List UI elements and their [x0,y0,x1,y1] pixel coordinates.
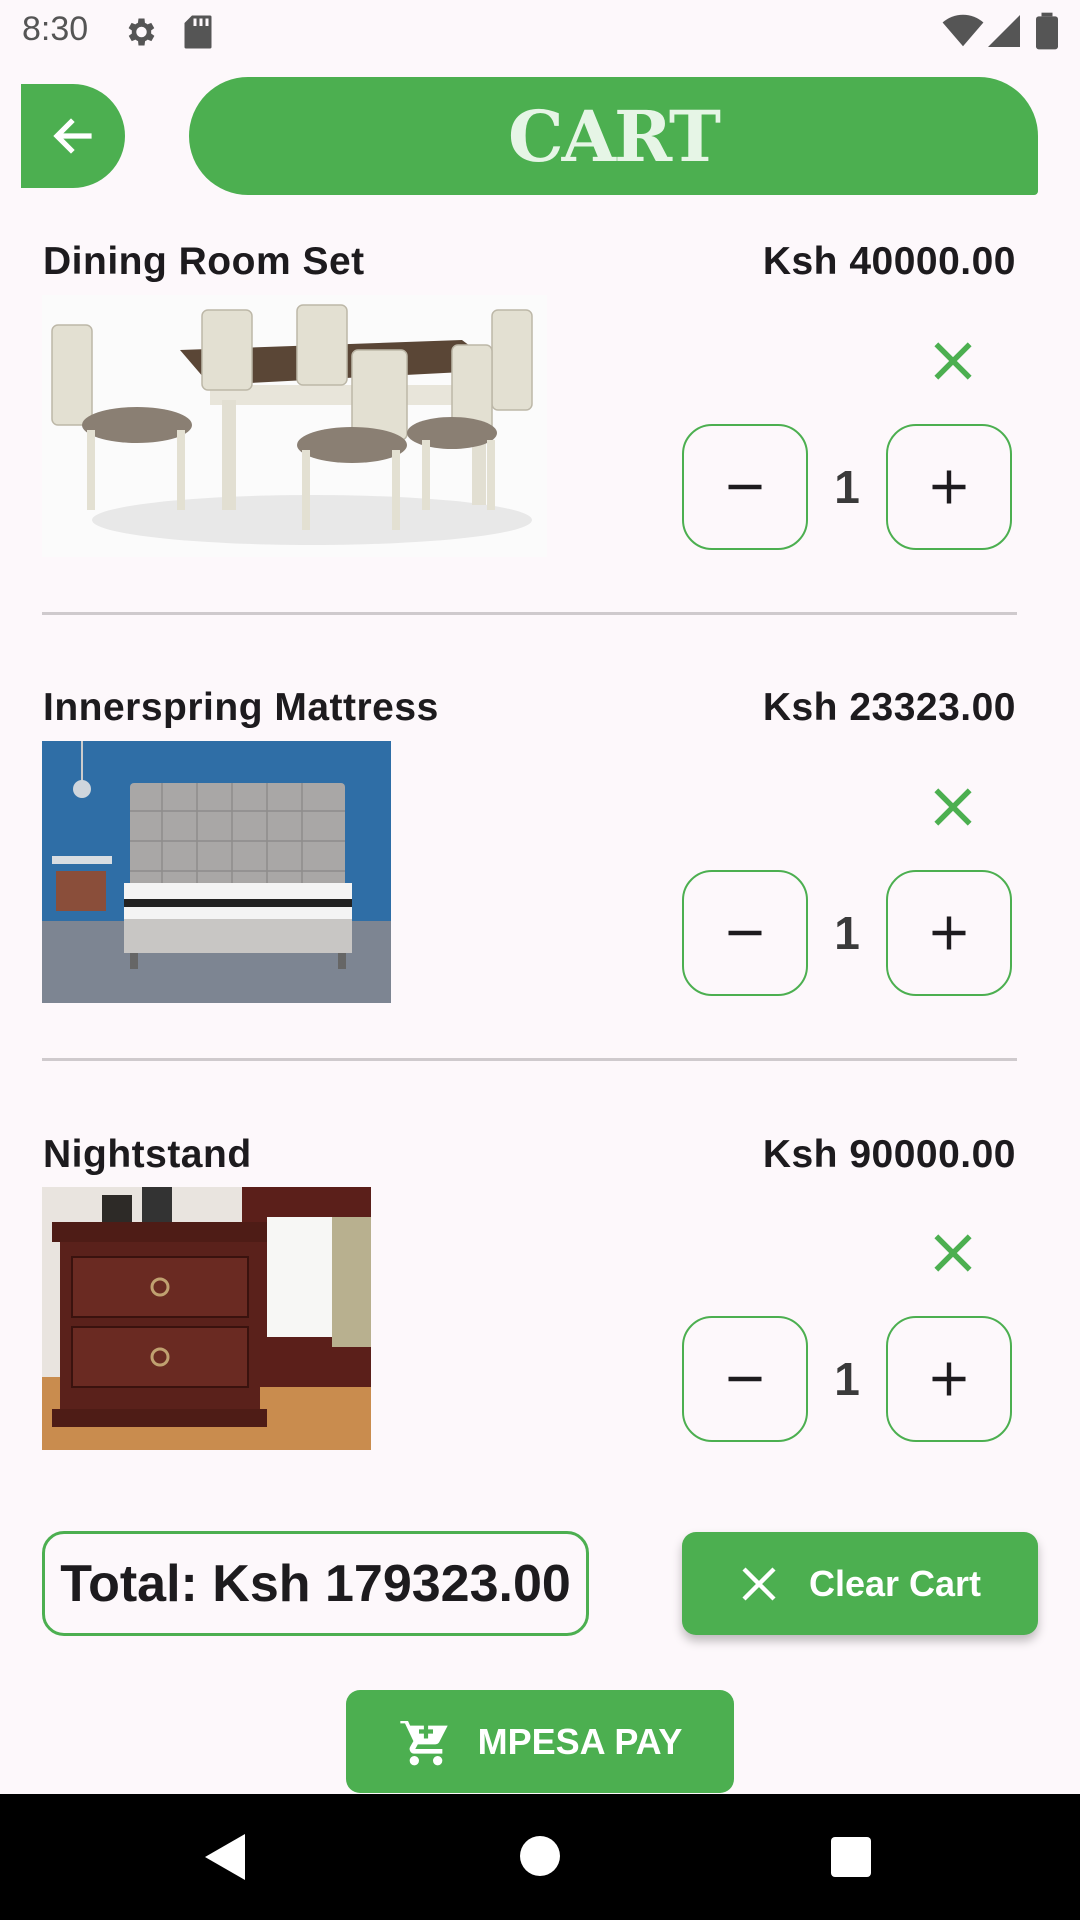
mpesa-pay-label: MPESA PAY [477,1720,683,1762]
clear-cart-button[interactable]: Clear Cart [682,1532,1038,1635]
minus-icon [728,930,762,936]
plus-icon [932,1362,966,1396]
divider [42,1058,1017,1061]
item-price: Ksh 90000.00 [762,1133,1016,1176]
arrow-left-icon [53,118,92,154]
divider [42,612,1017,615]
back-button[interactable] [21,84,125,188]
item-name: Dining Room Set [43,240,365,283]
mpesa-pay-button[interactable]: MPESA PAY [346,1690,734,1793]
nav-back-icon[interactable] [205,1834,245,1880]
decrease-quantity-button[interactable] [682,424,808,550]
title-bar: CART [189,77,1038,195]
item-price: Ksh 23323.00 [762,686,1016,729]
dining-room-set-image [42,295,547,557]
nightstand-image [42,1187,371,1450]
signal-icon [988,15,1020,47]
increase-quantity-button[interactable] [886,1316,1012,1442]
item-name: Innerspring Mattress [43,686,439,729]
nav-recents-icon[interactable] [831,1837,871,1877]
close-icon [742,1566,776,1601]
nav-home-icon[interactable] [520,1836,560,1876]
quantity-value: 1 [834,907,860,959]
status-bar: 8:30 [0,0,1080,62]
battery-icon [1036,12,1058,50]
add-to-cart-icon [399,1718,448,1765]
wifi-icon [942,14,984,47]
cart-total: Total: Ksh 179323.00 [42,1531,589,1636]
item-name: Nightstand [43,1133,252,1176]
remove-item-icon[interactable] [928,336,978,386]
system-navigation-bar [0,1794,1080,1920]
clear-cart-label: Clear Cart [808,1562,982,1604]
remove-item-icon[interactable] [928,782,978,832]
minus-icon [728,1376,762,1382]
page-title: CART [507,94,721,178]
decrease-quantity-button[interactable] [682,1316,808,1442]
increase-quantity-button[interactable] [886,424,1012,550]
remove-item-icon[interactable] [928,1228,978,1278]
quantity-value: 1 [834,1353,860,1405]
increase-quantity-button[interactable] [886,870,1012,996]
minus-icon [728,484,762,490]
decrease-quantity-button[interactable] [682,870,808,996]
innerspring-mattress-image [42,741,391,1003]
sd-card-icon [184,15,212,49]
total-text: Total: Ksh 179323.00 [60,1554,571,1613]
settings-icon [128,18,155,46]
status-time: 8:30 [22,10,89,48]
quantity-value: 1 [834,461,860,513]
plus-icon [932,916,966,950]
plus-icon [932,470,966,504]
item-price: Ksh 40000.00 [762,240,1016,283]
